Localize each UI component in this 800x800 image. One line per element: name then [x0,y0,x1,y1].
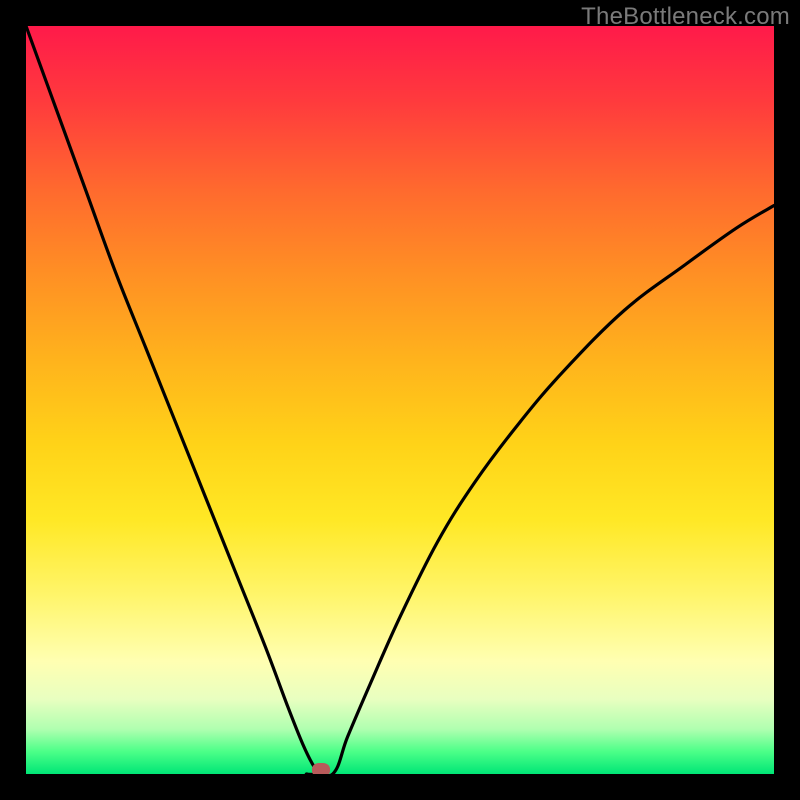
watermark-label: TheBottleneck.com [581,3,790,31]
optimum-marker-icon [312,763,330,774]
bottleneck-curve [26,26,774,774]
chart-frame: TheBottleneck.com [0,0,800,800]
curve-path [26,26,774,774]
plot-area [26,26,774,774]
